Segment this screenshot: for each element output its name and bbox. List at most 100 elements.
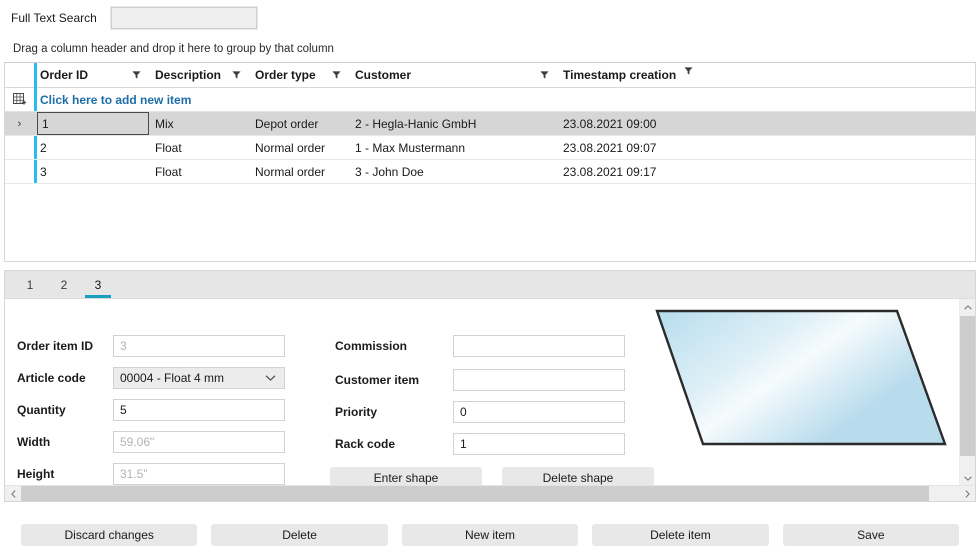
row-current-indicator [5, 136, 34, 159]
order-item-id-input[interactable] [113, 335, 285, 357]
field-customer-item: Customer item [335, 369, 625, 391]
label-rack-code: Rack code [335, 437, 453, 451]
filter-icon[interactable] [684, 66, 693, 75]
label-priority: Priority [335, 405, 453, 419]
field-priority: Priority [335, 401, 625, 423]
cell-customer[interactable]: 2 - Hegla-Hanic GmbH [349, 112, 557, 135]
column-header-description-label: Description [155, 68, 221, 82]
label-height: Height [17, 467, 113, 481]
cell-description[interactable]: Mix [149, 112, 249, 135]
cell-description[interactable]: Float [149, 136, 249, 159]
full-text-search-bar: Full Text Search [0, 0, 980, 36]
grid-empty-area [5, 184, 975, 262]
article-code-value: 00004 - Float 4 mm [120, 371, 224, 385]
height-input[interactable] [113, 463, 285, 485]
group-by-dropzone[interactable]: Drag a column header and drop it here to… [0, 36, 980, 62]
cell-description[interactable]: Float [149, 160, 249, 183]
column-header-customer-label: Customer [355, 68, 411, 82]
save-button[interactable]: Save [783, 524, 959, 546]
column-header-order-type-label: Order type [255, 68, 316, 82]
field-width: Width [17, 431, 285, 453]
commission-input[interactable] [453, 335, 625, 357]
row-current-indicator [5, 160, 34, 183]
label-order-item-id: Order item ID [17, 339, 113, 353]
grid-header-row: Order ID Description Order type Customer [5, 63, 975, 88]
field-commission: Commission [335, 335, 625, 357]
filter-icon[interactable] [540, 71, 549, 80]
group-by-hint-text: Drag a column header and drop it here to… [13, 43, 334, 55]
discard-changes-button[interactable]: Discard changes [21, 524, 197, 546]
label-quantity: Quantity [17, 403, 113, 417]
delete-item-button[interactable]: Delete item [592, 524, 768, 546]
filter-icon[interactable] [132, 71, 141, 80]
detail-horizontal-scroll-track[interactable] [21, 486, 959, 502]
label-width: Width [17, 435, 113, 449]
cell-order-type[interactable]: Normal order [249, 136, 349, 159]
detail-horizontal-scrollbar[interactable] [5, 485, 975, 501]
order-item-tabstrip: 1 2 3 [5, 271, 975, 299]
cell-timestamp[interactable]: 23.08.2021 09:17 [557, 160, 727, 183]
width-input[interactable] [113, 431, 285, 453]
cell-customer[interactable]: 1 - Max Mustermann [349, 136, 557, 159]
add-new-item-row[interactable]: Click here to add new item [5, 88, 975, 112]
detail-vertical-scroll-thumb[interactable] [960, 316, 976, 456]
order-item-form: Order item ID Article code 00004 - Float… [5, 299, 975, 502]
column-header-order-id[interactable]: Order ID [34, 63, 149, 87]
add-new-item-link[interactable]: Click here to add new item [34, 88, 191, 111]
table-row[interactable]: 2 Float Normal order 1 - Max Mustermann … [5, 136, 975, 160]
filter-icon[interactable] [232, 71, 241, 80]
field-rack-code: Rack code [335, 433, 625, 455]
field-article-code: Article code 00004 - Float 4 mm [17, 367, 285, 389]
scroll-right-icon[interactable] [959, 486, 975, 502]
tab-2[interactable]: 2 [49, 272, 79, 298]
label-commission: Commission [335, 339, 453, 353]
column-header-order-type[interactable]: Order type [249, 63, 349, 87]
priority-input[interactable] [453, 401, 625, 423]
column-header-description[interactable]: Description [149, 63, 249, 87]
column-header-timestamp-creation-label: Timestamp creation [563, 68, 676, 82]
customer-item-input[interactable] [453, 369, 625, 391]
rack-code-input[interactable] [453, 433, 625, 455]
grid-header-indicator-cell [5, 63, 34, 87]
cell-order-id[interactable]: 3 [34, 160, 149, 183]
filter-icon[interactable] [332, 71, 341, 80]
field-order-item-id: Order item ID [17, 335, 285, 357]
detail-horizontal-scroll-thumb[interactable] [21, 486, 929, 502]
order-item-detail-panel: 1 2 3 Order item ID Article code 00004 -… [4, 270, 976, 502]
scroll-up-icon[interactable] [960, 299, 976, 316]
field-height: Height [17, 463, 285, 485]
cell-timestamp[interactable]: 23.08.2021 09:07 [557, 136, 727, 159]
chevron-down-icon [265, 375, 276, 382]
label-customer-item: Customer item [335, 373, 453, 387]
bottom-action-bar: Discard changes Delete New item Delete i… [0, 510, 980, 560]
cell-order-type[interactable]: Normal order [249, 160, 349, 183]
search-input[interactable] [111, 7, 257, 29]
orders-grid: Order ID Description Order type Customer [4, 62, 976, 262]
column-header-timestamp-creation[interactable]: Timestamp creation [557, 63, 727, 87]
field-quantity: Quantity [17, 399, 285, 421]
cell-order-id[interactable]: 2 [34, 136, 149, 159]
column-header-order-id-label: Order ID [40, 68, 88, 82]
glass-shape-preview [645, 305, 955, 470]
delete-button[interactable]: Delete [211, 524, 387, 546]
column-header-customer[interactable]: Customer [349, 63, 557, 87]
cell-customer[interactable]: 3 - John Doe [349, 160, 557, 183]
tab-1[interactable]: 1 [15, 272, 45, 298]
table-row[interactable]: 3 Float Normal order 3 - John Doe 23.08.… [5, 160, 975, 184]
tab-3[interactable]: 3 [83, 272, 113, 298]
cell-timestamp[interactable]: 23.08.2021 09:00 [557, 112, 727, 135]
detail-vertical-scrollbar[interactable] [959, 299, 975, 487]
scroll-left-icon[interactable] [5, 486, 21, 502]
order-management-window: Full Text Search Drag a column header an… [0, 0, 980, 560]
new-row-grid-icon [5, 93, 34, 107]
new-item-button[interactable]: New item [402, 524, 578, 546]
quantity-input[interactable] [113, 399, 285, 421]
parallelogram-shape-icon [645, 305, 955, 470]
cell-order-type[interactable]: Depot order [249, 112, 349, 135]
table-row[interactable]: › 1 Mix Depot order 2 - Hegla-Hanic GmbH… [5, 112, 975, 136]
article-code-select[interactable]: 00004 - Float 4 mm [113, 367, 285, 389]
row-current-indicator: › [5, 112, 34, 135]
full-text-search-label: Full Text Search [11, 11, 97, 25]
label-article-code: Article code [17, 371, 113, 385]
cell-order-id[interactable]: 1 [37, 112, 149, 135]
